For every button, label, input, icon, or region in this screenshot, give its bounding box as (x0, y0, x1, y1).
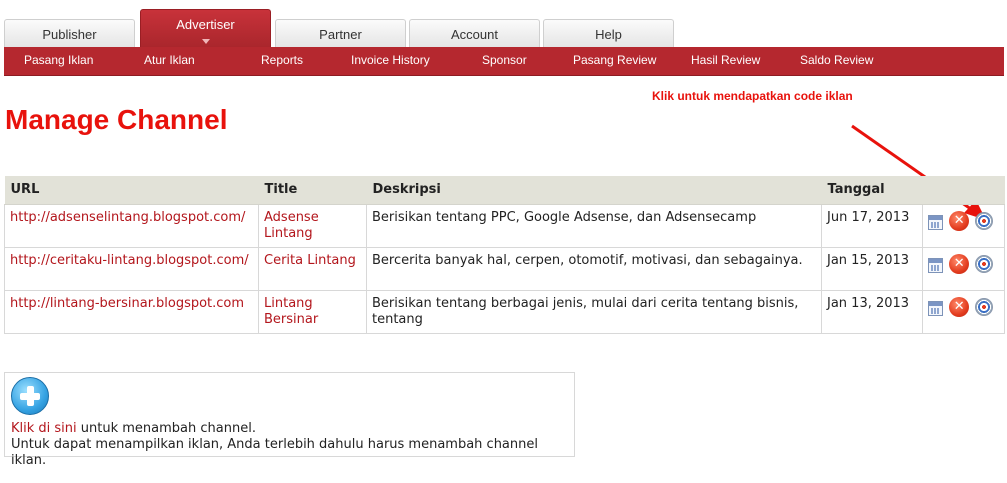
channel-table: URL Title Deskripsi Tanggal http://adsen… (4, 176, 1005, 334)
main-tabs: Publisher Advertiser Partner Account Hel… (4, 9, 1004, 48)
column-header-url: URL (4, 176, 259, 205)
subnav-atur-iklan[interactable]: Atur Iklan (144, 47, 195, 76)
channel-description: Berisikan tentang berbagai jenis, mulai … (366, 289, 822, 334)
column-header-description: Deskripsi (366, 176, 822, 205)
add-channel-box: Klik di sini untuk menambah channel. Unt… (4, 372, 575, 468)
tab-account[interactable]: Account (409, 19, 540, 48)
channel-date: Jan 13, 2013 (821, 289, 923, 334)
delete-icon[interactable]: ✕ (949, 210, 970, 231)
delete-icon[interactable]: ✕ (949, 296, 970, 317)
calendar-icon[interactable] (928, 215, 943, 230)
add-channel-line: Klik di sini untuk menambah channel. (11, 421, 568, 437)
column-header-title: Title (258, 176, 367, 205)
table-row: http://lintang-bersinar.blogspot.com Lin… (4, 289, 1005, 334)
subnav-pasang-review[interactable]: Pasang Review (573, 47, 656, 76)
subnav-hasil-review[interactable]: Hasil Review (691, 47, 760, 76)
column-header-actions (922, 176, 1005, 205)
caret-down-icon (201, 39, 210, 44)
tab-partner[interactable]: Partner (275, 19, 406, 48)
column-header-date: Tanggal (821, 176, 923, 205)
row-actions: ✕ (922, 203, 1005, 248)
subnav-saldo-review[interactable]: Saldo Review (800, 47, 873, 76)
calendar-icon[interactable] (928, 258, 943, 273)
page-title: Manage Channel (5, 104, 228, 135)
channel-title-link[interactable]: Adsense Lintang (264, 210, 319, 241)
delete-icon[interactable]: ✕ (949, 253, 970, 274)
subnav-invoice-history[interactable]: Invoice History (351, 47, 430, 76)
table-header-row: URL Title Deskripsi Tanggal (4, 176, 1005, 205)
tab-advertiser-label: Advertiser (176, 17, 235, 32)
tab-publisher[interactable]: Publisher (4, 19, 135, 48)
sub-navigation: Pasang Iklan Atur Iklan Reports Invoice … (4, 47, 1004, 76)
add-channel-note: Untuk dapat menampilkan iklan, Anda terl… (11, 437, 538, 468)
channel-date: Jan 15, 2013 (821, 246, 923, 291)
channel-url-link[interactable]: http://adsenselintang.blogspot.com/ (10, 210, 245, 225)
tab-help[interactable]: Help (543, 19, 674, 48)
channel-title-link[interactable]: Lintang Bersinar (264, 296, 318, 327)
subnav-sponsor[interactable]: Sponsor (482, 47, 527, 76)
table-row: http://adsenselintang.blogspot.com/ Adse… (4, 203, 1005, 248)
row-actions: ✕ (922, 289, 1005, 334)
add-channel-link[interactable]: Klik di sini (11, 421, 77, 436)
channel-url-link[interactable]: http://lintang-bersinar.blogspot.com (10, 296, 244, 311)
add-channel-text: untuk menambah channel. (76, 421, 256, 436)
target-icon[interactable] (975, 297, 994, 316)
add-plus-icon[interactable] (11, 377, 49, 415)
subnav-reports[interactable]: Reports (261, 47, 303, 76)
channel-description: Berisikan tentang PPC, Google Adsense, d… (366, 203, 822, 248)
calendar-icon[interactable] (928, 301, 943, 316)
channel-title-link[interactable]: Cerita Lintang (264, 253, 356, 268)
target-icon[interactable] (975, 254, 994, 273)
table-row: http://ceritaku-lintang.blogspot.com/ Ce… (4, 246, 1005, 291)
code-hint-annotation: Klik untuk mendapatkan code iklan (652, 89, 853, 103)
channel-description: Bercerita banyak hal, cerpen, otomotif, … (366, 246, 822, 291)
target-icon[interactable] (975, 211, 994, 230)
channel-date: Jun 17, 2013 (821, 203, 923, 248)
tab-advertiser[interactable]: Advertiser (140, 9, 271, 48)
row-actions: ✕ (922, 246, 1005, 291)
channel-url-link[interactable]: http://ceritaku-lintang.blogspot.com/ (10, 253, 249, 268)
subnav-pasang-iklan[interactable]: Pasang Iklan (24, 47, 93, 76)
